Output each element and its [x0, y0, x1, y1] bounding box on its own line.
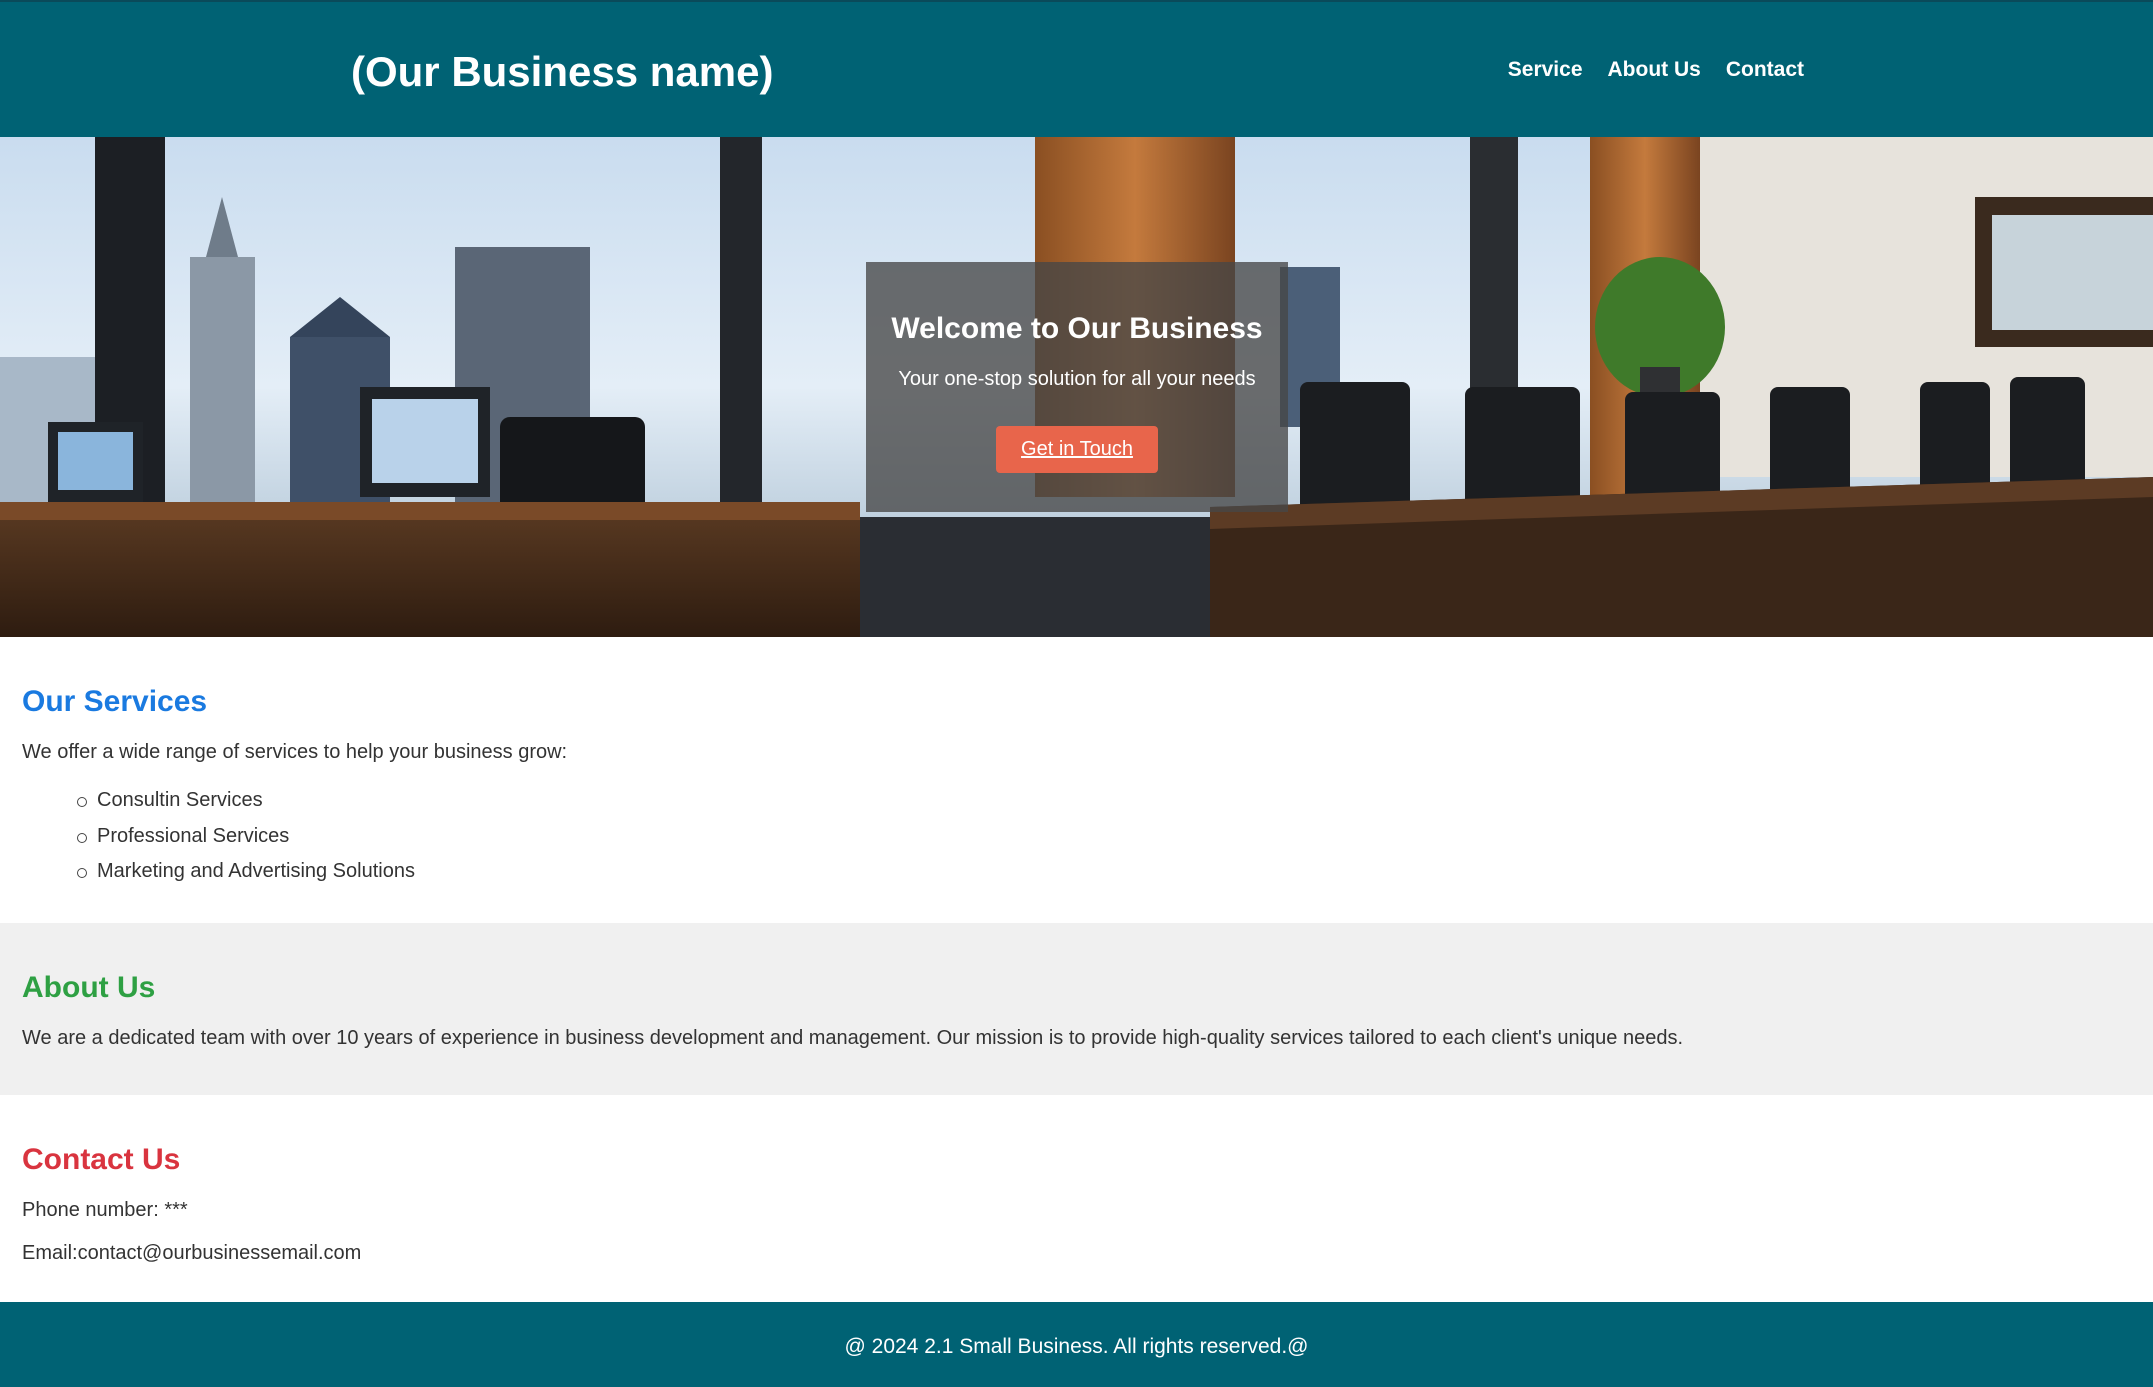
hero-subtitle: Your one-stop solution for all your need… — [898, 368, 1256, 390]
phone-number: Phone number: *** — [22, 1199, 188, 1221]
hero-title: Welcome to Our Business — [891, 312, 1263, 345]
list-item: Professional Services — [77, 819, 415, 855]
site-footer: @ 2024 2.1 Small Business. All rights re… — [0, 1302, 2153, 1387]
footer-copyright: @ 2024 2.1 Small Business. All rights re… — [844, 1335, 1309, 1358]
contact-heading: Contact Us — [22, 1143, 181, 1176]
services-section: Our Services We offer a wide range of se… — [0, 637, 2153, 923]
services-list: Consultin Services Professional Services… — [77, 783, 415, 890]
hero-overlay-box: Welcome to Our Business Your one-stop so… — [866, 262, 1288, 512]
nav-about-link[interactable]: About Us — [1608, 58, 1701, 82]
brand-name: (Our Business name) — [351, 48, 774, 95]
get-in-touch-button[interactable]: Get in Touch — [996, 426, 1158, 473]
about-heading: About Us — [22, 971, 156, 1004]
about-text: We are a dedicated team with over 10 yea… — [22, 1027, 1684, 1049]
list-item: Consultin Services — [77, 783, 415, 819]
list-item: Marketing and Advertising Solutions — [77, 854, 415, 890]
services-heading: Our Services — [22, 685, 208, 718]
site-header: (Our Business name) Service About Us Con… — [0, 0, 2153, 137]
services-intro: We offer a wide range of services to hel… — [22, 741, 568, 763]
nav-service-link[interactable]: Service — [1508, 58, 1583, 82]
contact-section: Contact Us Phone number: *** Email:conta… — [0, 1095, 2153, 1302]
main-nav: Service About Us Contact — [1508, 58, 1804, 82]
nav-contact-link[interactable]: Contact — [1726, 58, 1804, 82]
hero-banner: Welcome to Our Business Your one-stop so… — [0, 137, 2153, 637]
email-address: Email:contact@ourbusinessemail.com — [22, 1242, 362, 1264]
about-section: About Us We are a dedicated team with ov… — [0, 923, 2153, 1095]
